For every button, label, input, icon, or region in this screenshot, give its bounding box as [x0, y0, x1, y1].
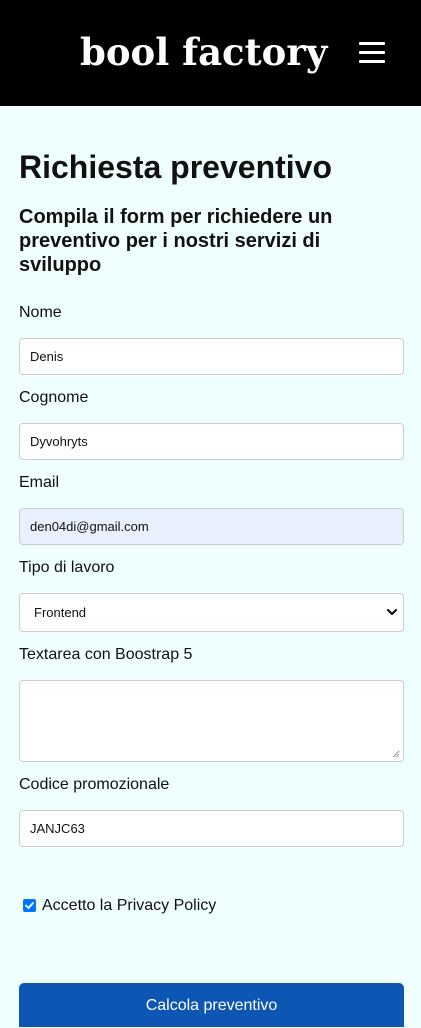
site-header: bool factory: [0, 0, 421, 106]
checkmark-icon: [25, 902, 34, 909]
chevron-down-icon: [387, 609, 397, 615]
codice-label: Codice promozionale: [19, 776, 170, 793]
cognome-label: Cognome: [19, 389, 89, 406]
tipo-lavoro-select[interactable]: Frontend: [19, 593, 404, 632]
resize-grip-icon[interactable]: [392, 750, 400, 758]
privacy-label[interactable]: Accetto la Privacy Policy: [42, 896, 216, 916]
textarea-label: Textarea con Boostrap 5: [19, 646, 193, 663]
nome-input[interactable]: [19, 338, 404, 375]
textarea-input[interactable]: [19, 680, 404, 762]
calcola-preventivo-button[interactable]: Calcola preventivo: [19, 983, 404, 1027]
hamburger-menu-icon[interactable]: [359, 42, 385, 64]
email-label: Email: [19, 474, 60, 491]
page-subtitle: Compila il form per richiedere un preven…: [19, 206, 333, 276]
tipo-lavoro-selected-value: Frontend: [34, 605, 87, 620]
brand-logo[interactable]: bool factory: [80, 30, 327, 74]
privacy-checkbox[interactable]: [23, 899, 36, 912]
nome-label: Nome: [19, 304, 62, 321]
tipo-lavoro-label: Tipo di lavoro: [19, 559, 115, 576]
cognome-input[interactable]: [19, 423, 404, 460]
codice-promozionale-input[interactable]: [19, 810, 404, 847]
page-title: Richiesta preventivo: [19, 149, 332, 185]
email-input[interactable]: [19, 508, 404, 545]
